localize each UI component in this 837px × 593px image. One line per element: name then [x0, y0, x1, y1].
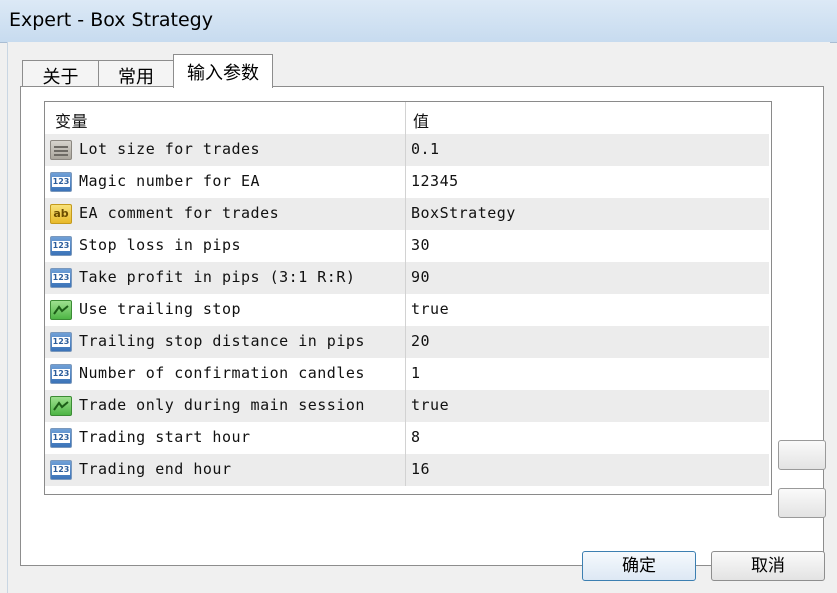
tab-about-label: 关于	[42, 67, 79, 88]
integer-icon-text: 123	[51, 273, 71, 283]
parameter-name: Number of confirmation candles	[79, 364, 365, 382]
window-title: Expert - Box Strategy	[9, 9, 213, 31]
integer-icon: 123	[50, 332, 72, 352]
integer-icon-text: 123	[51, 177, 71, 187]
parameter-value: 20	[411, 332, 431, 350]
tab-common-label: 常用	[118, 67, 154, 88]
boolean-icon	[50, 396, 72, 416]
parameter-name-cell[interactable]: 123 Trading end hour	[45, 454, 406, 486]
integer-icon: 123	[50, 236, 72, 256]
table-row[interactable]: Lot size for trades 0.1	[45, 134, 769, 167]
parameter-value: 0.1	[411, 140, 440, 158]
parameter-name-cell[interactable]: 123 Magic number for EA	[45, 166, 406, 198]
table-row[interactable]: 123 Number of confirmation candles 1	[45, 358, 769, 391]
tab-about[interactable]: 关于	[22, 60, 99, 88]
parameter-value-cell[interactable]: true	[407, 390, 767, 422]
ok-button-label: 确定	[622, 556, 656, 576]
header-value-label: 值	[413, 112, 430, 131]
dialog-body: 关于 常用 输入参数 变量 值 Lot size for trades 0.1 12…	[7, 42, 830, 593]
parameter-name-cell[interactable]: 123 Number of confirmation candles	[45, 358, 406, 390]
ok-button[interactable]: 确定	[582, 551, 696, 581]
integer-icon: 123	[50, 428, 72, 448]
parameter-value: 16	[411, 460, 431, 478]
parameter-value: 30	[411, 236, 431, 254]
header-value-cell[interactable]: 值	[407, 102, 767, 134]
tab-inputs[interactable]: 输入参数	[173, 54, 273, 88]
cancel-button[interactable]: 取消	[711, 551, 825, 581]
table-row[interactable]: 123 Stop loss in pips 30	[45, 230, 769, 263]
grid-header: 变量 值	[45, 102, 769, 135]
parameter-name-cell[interactable]: 123 Stop loss in pips	[45, 230, 406, 262]
double-icon	[50, 140, 72, 160]
inputs-panel: 变量 值 Lot size for trades 0.1 123 Magic numb…	[20, 86, 824, 566]
table-row[interactable]: Use trailing stop true	[45, 294, 769, 327]
parameter-value: true	[411, 396, 450, 414]
load-button[interactable]	[778, 440, 826, 470]
parameters-grid: 变量 值 Lot size for trades 0.1 123 Magic numb…	[44, 101, 772, 495]
parameter-name-cell[interactable]: Lot size for trades	[45, 134, 406, 166]
parameter-value: 8	[411, 428, 421, 446]
tab-common[interactable]: 常用	[98, 60, 174, 88]
parameter-value-cell[interactable]: BoxStrategy	[407, 198, 767, 230]
parameter-value-cell[interactable]: 1	[407, 358, 767, 390]
integer-icon: 123	[50, 460, 72, 480]
title-bar: Expert - Box Strategy	[0, 0, 837, 43]
parameter-value: true	[411, 300, 450, 318]
parameter-name-cell[interactable]: 123 Trading start hour	[45, 422, 406, 454]
parameter-name: Magic number for EA	[79, 172, 261, 190]
parameter-name: Trading end hour	[79, 460, 232, 478]
parameter-name-cell[interactable]: Use trailing stop	[45, 294, 406, 326]
tab-inputs-label: 输入参数	[187, 63, 259, 84]
parameter-name: Use trailing stop	[79, 300, 242, 318]
parameter-name-cell[interactable]: 123 Trailing stop distance in pips	[45, 326, 406, 358]
parameter-name: Trailing stop distance in pips	[79, 332, 365, 350]
parameter-name: Lot size for trades	[79, 140, 261, 158]
parameter-value: 1	[411, 364, 421, 382]
parameter-value: BoxStrategy	[411, 204, 516, 222]
parameter-name-cell[interactable]: ab EA comment for trades	[45, 198, 406, 230]
parameter-value-cell[interactable]: 16	[407, 454, 767, 486]
table-row[interactable]: 123 Trading start hour 8	[45, 422, 769, 455]
boolean-icon	[50, 300, 72, 320]
parameter-value: 12345	[411, 172, 459, 190]
parameter-name: Take profit in pips (3:1 R:R)	[79, 268, 356, 286]
header-variable-cell[interactable]: 变量	[45, 102, 406, 134]
parameter-name-cell[interactable]: Trade only during main session	[45, 390, 406, 422]
integer-icon: 123	[50, 268, 72, 288]
integer-icon-text: 123	[51, 241, 71, 251]
table-row[interactable]: 123 Take profit in pips (3:1 R:R) 90	[45, 262, 769, 295]
parameter-name-cell[interactable]: 123 Take profit in pips (3:1 R:R)	[45, 262, 406, 294]
integer-icon-text: 123	[51, 433, 71, 443]
parameter-value-cell[interactable]: 90	[407, 262, 767, 294]
table-row[interactable]: 123 Trailing stop distance in pips 20	[45, 326, 769, 359]
parameter-value-cell[interactable]: 20	[407, 326, 767, 358]
save-button[interactable]	[778, 488, 826, 518]
table-row[interactable]: 123 Trading end hour 16	[45, 454, 769, 487]
string-icon: ab	[50, 204, 72, 224]
table-row[interactable]: Trade only during main session true	[45, 390, 769, 423]
cancel-button-label: 取消	[751, 556, 785, 576]
integer-icon: 123	[50, 364, 72, 384]
parameter-name: Trading start hour	[79, 428, 251, 446]
table-row[interactable]: 123 Magic number for EA 12345	[45, 166, 769, 199]
parameter-value-cell[interactable]: 30	[407, 230, 767, 262]
table-row[interactable]: ab EA comment for trades BoxStrategy	[45, 198, 769, 231]
parameter-value-cell[interactable]: 8	[407, 422, 767, 454]
integer-icon-text: 123	[51, 369, 71, 379]
parameter-name: Trade only during main session	[79, 396, 365, 414]
parameter-value-cell[interactable]: 0.1	[407, 134, 767, 166]
parameter-value-cell[interactable]: 12345	[407, 166, 767, 198]
parameter-name: Stop loss in pips	[79, 236, 242, 254]
parameter-value-cell[interactable]: true	[407, 294, 767, 326]
integer-icon: 123	[50, 172, 72, 192]
integer-icon-text: 123	[51, 465, 71, 475]
header-variable-label: 变量	[55, 112, 89, 131]
integer-icon-text: 123	[51, 337, 71, 347]
parameter-name: EA comment for trades	[79, 204, 280, 222]
parameter-value: 90	[411, 268, 431, 286]
